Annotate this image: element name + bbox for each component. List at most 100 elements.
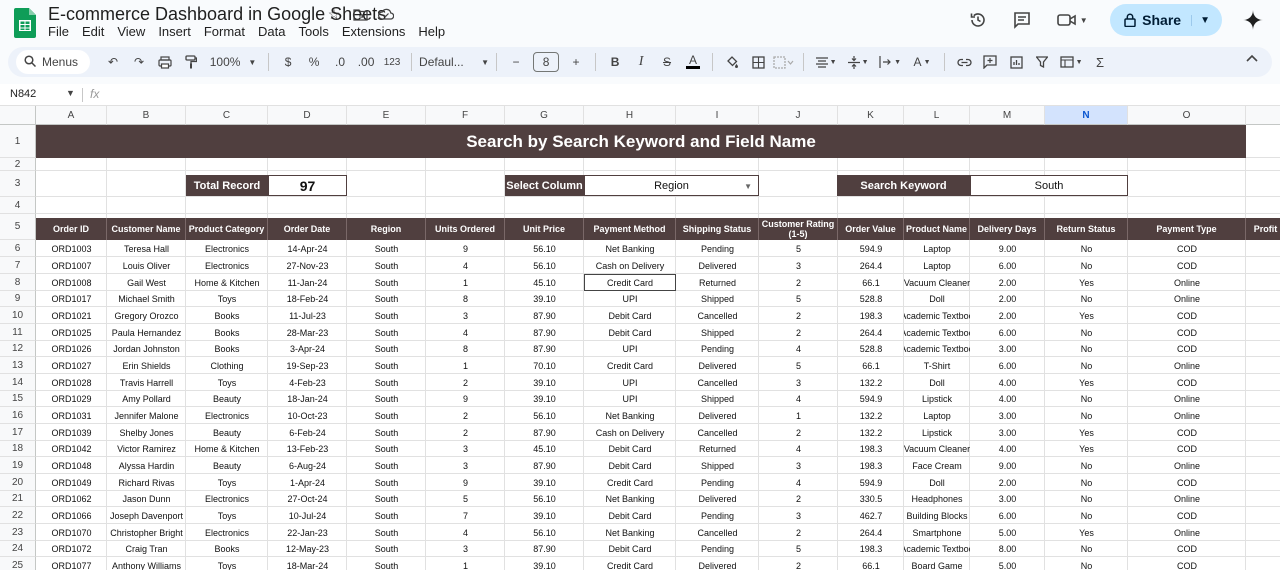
comments-icon[interactable]	[1010, 8, 1034, 32]
table-header-cell[interactable]: Customer Name	[107, 218, 186, 240]
decrease-decimal-button[interactable]: .0	[328, 50, 352, 74]
table-cell[interactable]: ORD1026	[36, 341, 107, 357]
table-cell[interactable]: South	[347, 341, 426, 357]
table-cell[interactable]: 3	[759, 257, 838, 274]
table-cell[interactable]: T-Shirt	[904, 357, 970, 374]
search-keyword-input[interactable]: South	[970, 175, 1128, 196]
table-cell[interactable]: Online	[1128, 407, 1246, 424]
table-cell[interactable]: 22-Jan-23	[268, 524, 347, 541]
table-cell[interactable]: 2	[759, 424, 838, 441]
table-cell[interactable]: Pending	[676, 541, 759, 557]
table-cell[interactable]: Electronics	[186, 491, 268, 507]
table-cell[interactable]: 11-Jan-24	[268, 274, 347, 291]
table-cell[interactable]: Academic Textboo	[904, 341, 970, 357]
table-cell[interactable]: South	[347, 541, 426, 557]
table-cell[interactable]: Online	[1128, 357, 1246, 374]
table-header-cell[interactable]: Unit Price	[505, 218, 584, 240]
table-cell[interactable]: 4	[759, 441, 838, 457]
table-cell[interactable]: 7	[426, 507, 505, 524]
table-cell[interactable]: 1	[426, 557, 505, 570]
table-cell[interactable]: No	[1045, 557, 1128, 570]
table-cell[interactable]: 70.10	[505, 357, 584, 374]
text-wrap-icon[interactable]: ▼	[875, 50, 905, 74]
table-cell[interactable]: 264.4	[838, 324, 904, 341]
table-cell[interactable]: Shipped	[676, 457, 759, 474]
table-cell[interactable]: No	[1045, 257, 1128, 274]
table-cell[interactable]: No	[1045, 474, 1128, 491]
table-cell[interactable]: Shipped	[676, 391, 759, 407]
table-cell[interactable]: No	[1045, 491, 1128, 507]
bold-icon[interactable]: B	[603, 50, 627, 74]
table-cell[interactable]: Net Banking	[584, 524, 676, 541]
zoom-select[interactable]: 100% ▼	[205, 50, 261, 74]
table-cell[interactable]: 4	[759, 391, 838, 407]
search-menus[interactable]: Menus	[16, 50, 91, 74]
row-header[interactable]: 17	[0, 424, 36, 441]
table-header-cell[interactable]: Product Name	[904, 218, 970, 240]
name-box-dropdown-icon[interactable]: ▼	[66, 88, 75, 98]
table-cell[interactable]: 87.90	[505, 457, 584, 474]
table-cell[interactable]: 8	[426, 341, 505, 357]
row-header[interactable]: 15	[0, 391, 36, 407]
table-cell[interactable]: COD	[1128, 307, 1246, 324]
table-cell[interactable]: COD	[1128, 474, 1246, 491]
table-cell[interactable]: Debit Card	[584, 541, 676, 557]
table-cell[interactable]: Credit Card	[584, 357, 676, 374]
table-cell[interactable]: 56.10	[505, 240, 584, 257]
table-cell[interactable]: Academic Textboo	[904, 324, 970, 341]
table-cell[interactable]: 18-Jan-24	[268, 391, 347, 407]
menu-tools[interactable]: Tools	[298, 24, 328, 39]
table-cell[interactable]: Teresa Hall	[107, 240, 186, 257]
table-cell[interactable]: Joseph Davenport	[107, 507, 186, 524]
table-cell[interactable]: Credit Card	[584, 474, 676, 491]
table-cell[interactable]: Craig Tran	[107, 541, 186, 557]
share-dropdown-icon[interactable]: ▼	[1191, 14, 1218, 26]
table-cell[interactable]: Delivered	[676, 557, 759, 570]
table-cell[interactable]: South	[347, 441, 426, 457]
table-cell[interactable]: 9	[426, 391, 505, 407]
table-cell[interactable]: 132.2	[838, 424, 904, 441]
table-cell[interactable]: COD	[1128, 424, 1246, 441]
table-cell[interactable]: UPI	[584, 341, 676, 357]
move-folder-icon[interactable]	[352, 6, 368, 22]
column-header-F[interactable]: F	[426, 106, 505, 125]
table-cell[interactable]: 39.10	[505, 474, 584, 491]
table-cell[interactable]: Debit Card	[584, 441, 676, 457]
table-header-cell[interactable]: Payment Method	[584, 218, 676, 240]
table-cell[interactable]: Doll	[904, 474, 970, 491]
table-cell[interactable]: ORD1028	[36, 374, 107, 391]
table-cell[interactable]: Vacuum Cleaner	[904, 441, 970, 457]
table-cell[interactable]: Toys	[186, 474, 268, 491]
table-header-cell[interactable]: Order Date	[268, 218, 347, 240]
table-cell[interactable]: South	[347, 457, 426, 474]
table-cell[interactable]: South	[347, 524, 426, 541]
table-cell[interactable]: Yes	[1045, 524, 1128, 541]
table-cell[interactable]: 6.00	[970, 507, 1045, 524]
row-header[interactable]: 4	[0, 197, 36, 214]
table-header-cell[interactable]: Order Value	[838, 218, 904, 240]
row-header[interactable]: 16	[0, 407, 36, 424]
row-header[interactable]: 22	[0, 507, 36, 524]
table-cell[interactable]: No	[1045, 341, 1128, 357]
fill-color-icon[interactable]	[720, 50, 744, 74]
table-cell[interactable]: 27-Nov-23	[268, 257, 347, 274]
table-cell[interactable]: 11-Jul-23	[268, 307, 347, 324]
table-cell[interactable]: Returned	[676, 441, 759, 457]
table-cell[interactable]: Electronics	[186, 524, 268, 541]
table-cell[interactable]: Toys	[186, 291, 268, 307]
table-cell[interactable]: ORD1039	[36, 424, 107, 441]
font-size-input[interactable]: 8	[533, 52, 560, 72]
table-cell[interactable]: Books	[186, 341, 268, 357]
table-cell[interactable]: South	[347, 391, 426, 407]
table-cell[interactable]: Smartphone	[904, 524, 970, 541]
table-cell[interactable]: 18-Feb-24	[268, 291, 347, 307]
table-cell[interactable]: 3-Apr-24	[268, 341, 347, 357]
table-cell[interactable]: Jason Dunn	[107, 491, 186, 507]
table-cell[interactable]: 10-Jul-24	[268, 507, 347, 524]
table-cell[interactable]: 5.00	[970, 524, 1045, 541]
filter-icon[interactable]	[1030, 50, 1054, 74]
table-cell[interactable]: Doll	[904, 374, 970, 391]
increase-decimal-button[interactable]: .00	[354, 50, 378, 74]
table-cell[interactable]: Cash on Delivery	[584, 424, 676, 441]
menu-extensions[interactable]: Extensions	[342, 24, 406, 39]
